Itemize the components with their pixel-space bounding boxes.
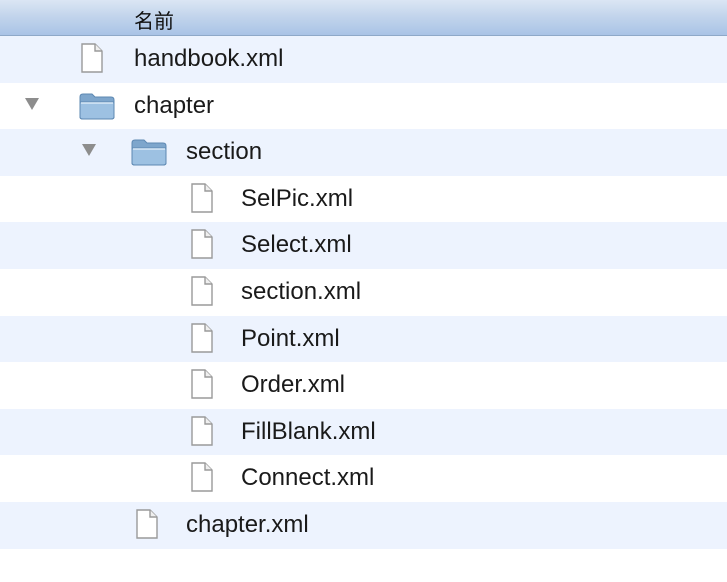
document-icon bbox=[136, 509, 158, 544]
disclosure-triangle-down-icon[interactable] bbox=[82, 144, 96, 157]
name-column-header[interactable]: 名前 bbox=[134, 5, 174, 34]
folder-name: section bbox=[186, 138, 263, 166]
folder-row[interactable]: chapter bbox=[0, 83, 727, 130]
file-name: Connect.xml bbox=[241, 464, 375, 492]
file-row[interactable]: chapter.xml bbox=[0, 501, 727, 549]
document-icon bbox=[191, 416, 213, 451]
file-name: Order.xml bbox=[241, 371, 346, 399]
document-icon bbox=[191, 276, 213, 311]
file-row[interactable]: Point.xml bbox=[0, 315, 727, 363]
document-icon bbox=[81, 43, 103, 78]
file-tree: handbook.xml chapter section SelPic.xml Sele… bbox=[0, 36, 727, 549]
folder-row[interactable]: section bbox=[0, 129, 727, 176]
finder-list-view: 名前 handbook.xml chapter section SelPic.xml S… bbox=[0, 0, 727, 582]
document-icon bbox=[191, 462, 213, 497]
column-header[interactable]: 名前 bbox=[0, 0, 727, 36]
file-name: handbook.xml bbox=[134, 45, 284, 72]
file-name: Point.xml bbox=[241, 324, 340, 352]
file-name: section.xml bbox=[241, 277, 362, 305]
file-row[interactable]: section.xml bbox=[0, 269, 727, 316]
file-row[interactable]: Select.xml bbox=[0, 222, 727, 269]
file-name: chapter.xml bbox=[186, 510, 309, 538]
folder-icon bbox=[130, 137, 168, 172]
document-icon bbox=[191, 369, 213, 404]
file-row[interactable]: SelPic.xml bbox=[0, 176, 727, 223]
folder-icon bbox=[78, 91, 116, 126]
file-name: SelPic.xml bbox=[241, 184, 354, 212]
file-name: FillBlank.xml bbox=[241, 417, 376, 445]
document-icon bbox=[191, 183, 213, 218]
folder-name: chapter bbox=[134, 91, 215, 119]
file-name: Select.xml bbox=[241, 231, 352, 259]
file-row[interactable]: FillBlank.xml bbox=[0, 408, 727, 456]
document-icon bbox=[191, 229, 213, 264]
file-row[interactable]: handbook.xml bbox=[0, 36, 727, 83]
document-icon bbox=[191, 322, 213, 358]
file-row[interactable]: Connect.xml bbox=[0, 455, 727, 502]
file-row[interactable]: Order.xml bbox=[0, 362, 727, 409]
disclosure-triangle-down-icon[interactable] bbox=[25, 97, 39, 110]
